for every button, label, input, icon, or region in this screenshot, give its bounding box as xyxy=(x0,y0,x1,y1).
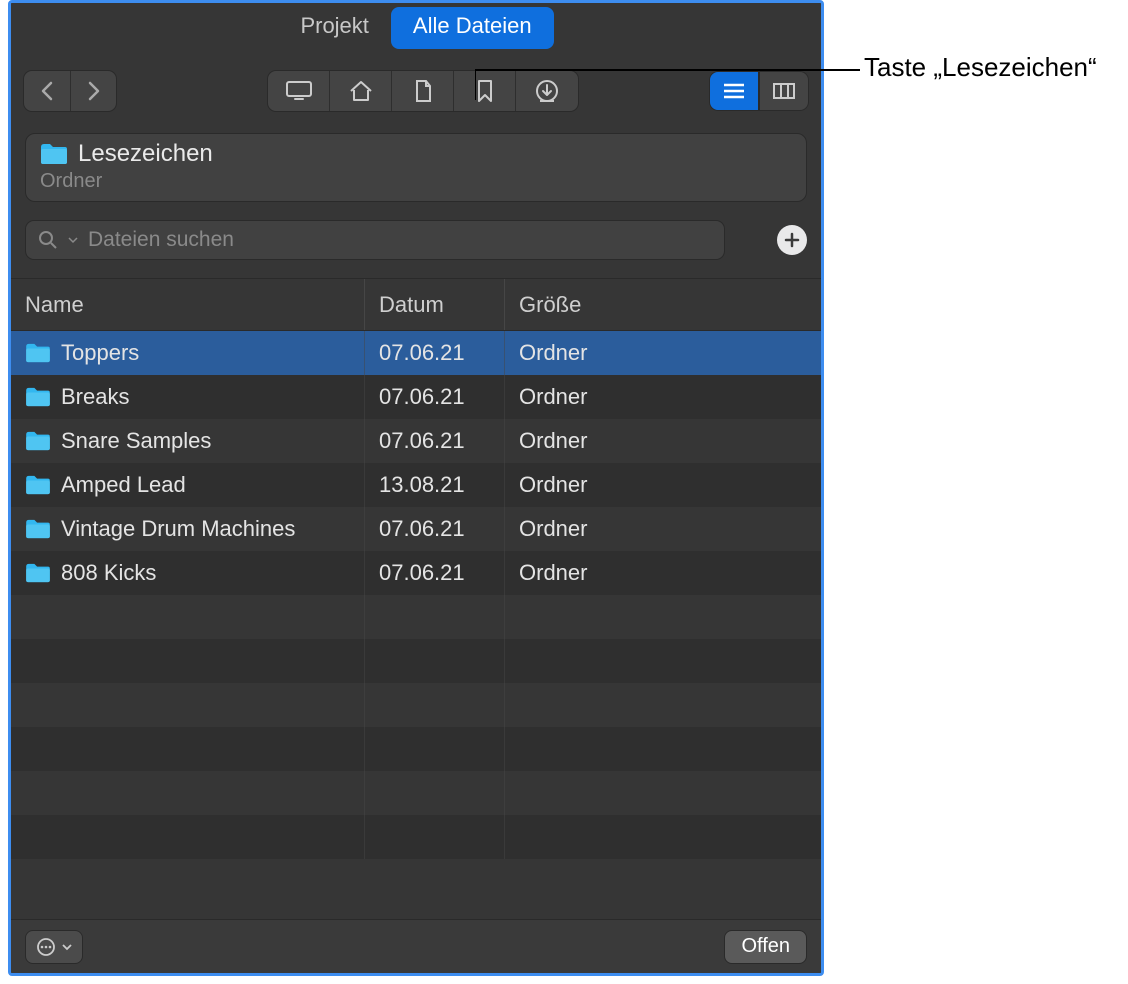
table-row-empty xyxy=(11,595,821,639)
home-icon xyxy=(348,79,374,103)
cell-name: 808 Kicks xyxy=(11,551,365,595)
forward-button[interactable] xyxy=(70,71,116,111)
project-folder-button[interactable] xyxy=(392,71,454,111)
add-button[interactable] xyxy=(777,225,807,255)
column-header-date[interactable]: Datum xyxy=(365,279,505,330)
location-subtitle: Ordner xyxy=(40,170,792,193)
open-button[interactable]: Offen xyxy=(724,930,807,964)
table-row[interactable]: Toppers07.06.21Ordner xyxy=(11,331,821,375)
downloads-button[interactable] xyxy=(516,71,578,111)
cell-size: Ordner xyxy=(505,507,821,551)
cell-size: Ordner xyxy=(505,419,821,463)
table-row[interactable]: Amped Lead13.08.21Ordner xyxy=(11,463,821,507)
table-row-empty xyxy=(11,683,821,727)
folder-icon xyxy=(25,563,51,583)
cell-size: Ordner xyxy=(505,331,821,375)
file-browser-panel: Projekt Alle Dateien xyxy=(8,0,824,976)
cell-name: Amped Lead xyxy=(11,463,365,507)
chevron-left-icon xyxy=(40,81,54,101)
callout-label: Taste „Lesezeichen“ xyxy=(864,52,1097,83)
file-table: Name Datum Größe Toppers07.06.21OrdnerBr… xyxy=(11,278,821,919)
tab-bar: Projekt Alle Dateien xyxy=(11,3,821,49)
tab-project[interactable]: Projekt xyxy=(278,7,390,49)
cell-name: Toppers xyxy=(11,331,365,375)
chevron-right-icon xyxy=(87,81,101,101)
table-row[interactable]: 808 Kicks07.06.21Ordner xyxy=(11,551,821,595)
ellipsis-circle-icon xyxy=(36,937,56,957)
folder-icon xyxy=(40,143,68,165)
cell-date: 07.06.21 xyxy=(365,551,505,595)
list-view-button[interactable] xyxy=(709,71,759,111)
folder-icon xyxy=(25,387,51,407)
table-row[interactable]: Breaks07.06.21Ordner xyxy=(11,375,821,419)
list-icon xyxy=(722,82,746,100)
table-row-empty xyxy=(11,771,821,815)
location-title: Lesezeichen xyxy=(78,140,213,168)
cell-size: Ordner xyxy=(505,551,821,595)
cell-date: 07.06.21 xyxy=(365,419,505,463)
cell-name: Snare Samples xyxy=(11,419,365,463)
column-header-name[interactable]: Name xyxy=(11,279,365,330)
footer-bar: Offen xyxy=(11,919,821,973)
tab-all-files[interactable]: Alle Dateien xyxy=(391,7,554,49)
toolbar xyxy=(11,49,821,123)
nav-button-group xyxy=(23,70,117,112)
home-button[interactable] xyxy=(330,71,392,111)
column-header-size[interactable]: Größe xyxy=(505,279,821,330)
table-body: Toppers07.06.21OrdnerBreaks07.06.21Ordne… xyxy=(11,331,821,919)
cell-size: Ordner xyxy=(505,375,821,419)
columns-icon xyxy=(772,82,796,100)
back-button[interactable] xyxy=(24,71,70,111)
computer-button[interactable] xyxy=(268,71,330,111)
chevron-down-icon xyxy=(68,235,78,245)
column-view-button[interactable] xyxy=(759,71,809,111)
bookmark-icon xyxy=(476,79,494,103)
cell-date: 07.06.21 xyxy=(365,507,505,551)
document-icon xyxy=(413,79,433,103)
cell-date: 07.06.21 xyxy=(365,331,505,375)
search-icon xyxy=(38,230,58,250)
download-icon xyxy=(534,79,560,103)
search-input[interactable] xyxy=(88,228,712,252)
table-row-empty xyxy=(11,727,821,771)
table-header: Name Datum Größe xyxy=(11,279,821,331)
location-title-row: Lesezeichen xyxy=(40,140,792,168)
view-mode-group xyxy=(709,71,809,111)
folder-icon xyxy=(25,431,51,451)
location-segment-bar xyxy=(267,70,579,112)
folder-icon xyxy=(25,475,51,495)
cell-name: Vintage Drum Machines xyxy=(11,507,365,551)
computer-icon xyxy=(285,80,313,102)
table-row-empty xyxy=(11,815,821,859)
cell-name: Breaks xyxy=(11,375,365,419)
cell-size: Ordner xyxy=(505,463,821,507)
chevron-down-icon xyxy=(62,942,72,952)
location-header: Lesezeichen Ordner xyxy=(25,133,807,202)
cell-date: 13.08.21 xyxy=(365,463,505,507)
action-menu-button[interactable] xyxy=(25,930,83,964)
search-row xyxy=(11,208,821,268)
search-box[interactable] xyxy=(25,220,725,260)
cell-date: 07.06.21 xyxy=(365,375,505,419)
table-row-empty xyxy=(11,639,821,683)
table-row[interactable]: Vintage Drum Machines07.06.21Ordner xyxy=(11,507,821,551)
bookmarks-button[interactable] xyxy=(454,71,516,111)
table-row[interactable]: Snare Samples07.06.21Ordner xyxy=(11,419,821,463)
folder-icon xyxy=(25,343,51,363)
plus-icon xyxy=(784,232,800,248)
folder-icon xyxy=(25,519,51,539)
